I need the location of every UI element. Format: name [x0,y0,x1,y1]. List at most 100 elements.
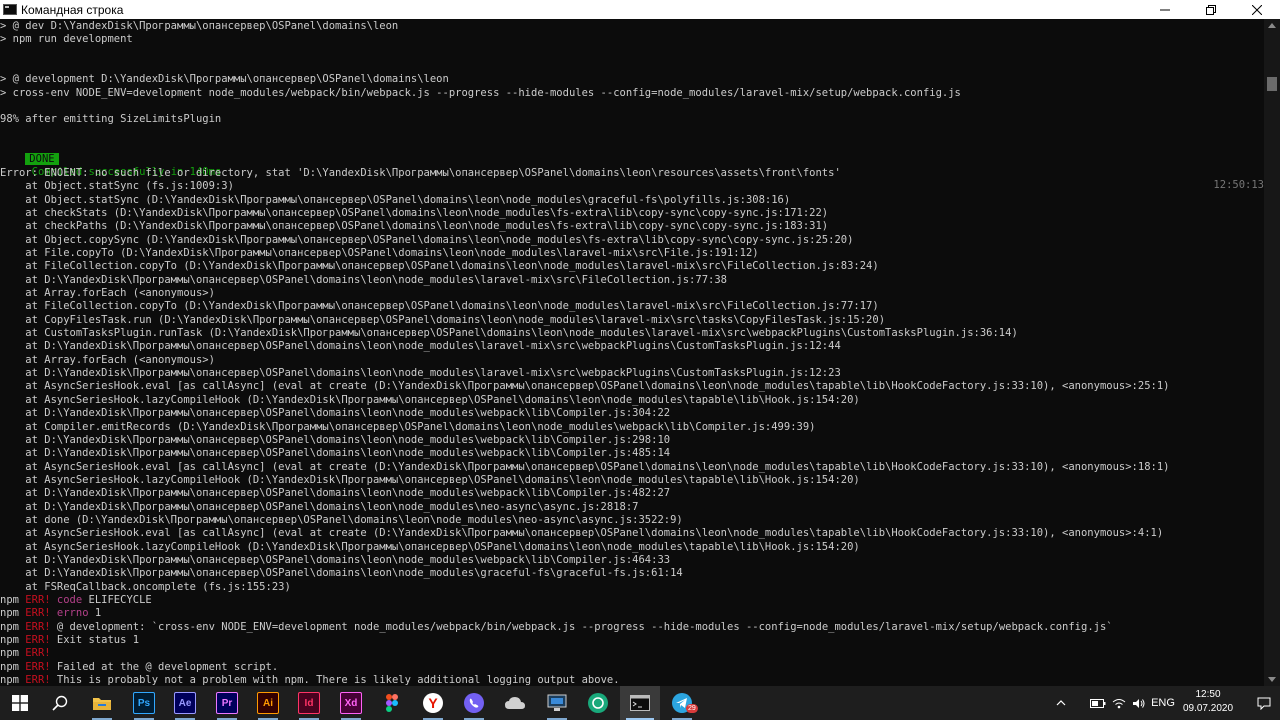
taskbar-premiere-button[interactable]: Pr [207,686,247,720]
console-line: > cross-env NODE_ENV=development node_mo… [0,86,961,99]
npm-err-keyword: errno [50,607,89,620]
npm-error-line: npm ERR! This is probably not a problem … [0,674,620,686]
stack-trace-line: at checkPaths (D:\YandexDisk\Программы\о… [0,220,829,233]
stack-trace-line: at AsyncSeriesHook.eval [as callAsync] (… [0,527,1164,540]
npm-err-text: This is probably not a problem with npm.… [50,674,620,686]
npm-err-label: ERR! [25,674,51,686]
stack-trace-line: at Array.forEach (<anonymous>) [0,353,215,366]
window-title: Командная строка [21,2,124,17]
command-prompt-icon [630,695,650,711]
scroll-thumb[interactable] [1267,77,1277,91]
stack-trace-line: at CustomTasksPlugin.runTask (D:\YandexD… [0,327,1018,340]
npm-error-line: npm ERR! [0,647,51,660]
illustrator-icon: Ai [257,692,279,714]
after-effects-icon: Ae [174,692,196,714]
build-done-line: DONE Compiled successfully in 140ms 12:5… [0,140,1264,191]
error-message-line: Error: ENOENT: no such file or directory… [0,166,841,179]
title-bar: Командная строка [0,0,1280,19]
language-indicator[interactable]: ENG [1148,686,1178,720]
clock-date: 09.07.2020 [1182,703,1234,714]
taskbar-indesign-button[interactable]: Id [289,686,329,720]
restore-button[interactable] [1188,0,1234,19]
stack-trace-line: at FSReqCallback.oncomplete (fs.js:155:2… [0,580,291,593]
taskbar-photoshop-button[interactable]: Ps [124,686,164,720]
npm-prefix: npm [0,660,26,673]
vertical-scrollbar[interactable] [1264,19,1280,686]
taskbar-figma-button[interactable] [372,686,412,720]
stack-trace-line: at D:\YandexDisk\Программы\опансервер\OS… [0,487,671,500]
npm-err-text: Exit status 1 [50,634,140,647]
npm-err-label: ERR! [25,660,51,673]
npm-error-line: npm ERR! errno 1 [0,607,101,620]
close-button[interactable] [1234,0,1280,19]
stack-trace-line: at D:\YandexDisk\Программы\опансервер\OS… [0,567,683,580]
npm-prefix: npm [0,594,26,607]
stack-trace-line: at AsyncSeriesHook.lazyCompileHook (D:\Y… [0,540,860,553]
npm-err-label: ERR! [25,647,51,660]
taskbar-xd-button[interactable]: Xd [331,686,371,720]
cloud-app-icon [504,695,526,711]
npm-err-text: @ development: `cross-env NODE_ENV=devel… [50,620,1113,633]
windows-start-icon [12,695,28,711]
taskbar-yandex-browser-button[interactable]: Y [413,686,453,720]
npm-err-label: ERR! [25,620,51,633]
indesign-icon: Id [298,692,320,714]
npm-error-line: npm ERR! code ELIFECYCLE [0,594,152,607]
npm-err-text: Failed at the @ development script. [50,660,279,673]
stack-trace-line: at AsyncSeriesHook.eval [as callAsync] (… [0,380,1170,393]
npm-error-line: npm ERR! @ development: `cross-env NODE_… [0,621,1113,634]
npm-err-text: 1 [88,607,102,620]
stack-trace-line: at Array.forEach (<anonymous>) [0,287,215,299]
photoshop-icon: Ps [133,692,155,714]
taskbar-windows-start-button[interactable] [0,686,40,720]
console-line: > @ development D:\YandexDisk\Программы\… [0,73,449,86]
minimize-button[interactable] [1142,0,1188,19]
premiere-icon: Pr [216,692,238,714]
chatgpt-icon [588,693,608,713]
clock[interactable]: 12:50 09.07.2020 [1178,688,1238,716]
taskbar-command-prompt-button[interactable] [620,686,660,720]
taskbar-search-button[interactable] [40,686,80,720]
command-prompt-app-icon [3,4,17,15]
scroll-down-icon[interactable] [1268,677,1276,682]
stack-trace-line: at Compiler.emitRecords (D:\YandexDisk\П… [0,420,816,433]
notification-badge: 29 [686,704,698,713]
taskbar-cloud-app-button[interactable] [495,686,535,720]
npm-prefix: npm [0,674,26,686]
npm-err-text: ELIFECYCLE [82,594,152,607]
yandex-browser-icon: Y [423,693,443,713]
npm-prefix: npm [0,620,26,633]
volume-icon[interactable] [1130,686,1148,720]
taskbar-illustrator-button[interactable]: Ai [248,686,288,720]
scroll-up-icon[interactable] [1268,23,1276,28]
done-badge: DONE [25,153,59,166]
stack-trace-line: at D:\YandexDisk\Программы\опансервер\OS… [0,433,671,446]
stack-trace-line: at Object.statSync (D:\YandexDisk\Програ… [0,193,791,206]
stack-trace-line: at FileCollection.copyTo (D:\YandexDisk\… [0,300,879,313]
npm-prefix: npm [0,634,26,647]
stack-trace-line: at D:\YandexDisk\Программы\опансервер\OS… [0,447,671,460]
viber-icon [464,693,484,713]
npm-err-label: ERR! [25,634,51,647]
notifications-icon[interactable] [1248,686,1280,720]
tray-up-arrow-icon[interactable] [1050,686,1072,720]
stack-trace-line: at Object.statSync (fs.js:1009:3) [0,180,234,193]
search-icon [52,695,68,711]
battery-icon[interactable] [1088,686,1108,720]
taskbar-after-effects-button[interactable]: Ae [165,686,205,720]
npm-error-line: npm ERR! Exit status 1 [0,634,139,647]
console-line: > npm run development [0,33,133,46]
taskbar-file-explorer-button[interactable] [82,686,122,720]
console-output[interactable]: DONE Compiled successfully in 140ms 12:5… [0,19,1264,686]
npm-error-line: npm ERR! Failed at the @ development scr… [0,661,278,674]
taskbar-viber-button[interactable] [454,686,494,720]
stack-trace-line: at D:\YandexDisk\Программы\опансервер\OS… [0,554,671,566]
build-timestamp: 12:50:13 [1213,179,1264,192]
taskbar-telegram-button[interactable]: 29 [662,686,702,720]
npm-err-keyword: code [50,594,83,607]
stack-trace-line: at File.copyTo (D:\YandexDisk\Программы\… [0,246,759,259]
taskbar-remote-desktop-button[interactable] [537,686,577,720]
npm-prefix: npm [0,607,26,620]
wifi-icon[interactable] [1110,686,1128,720]
taskbar-chatgpt-button[interactable] [578,686,618,720]
